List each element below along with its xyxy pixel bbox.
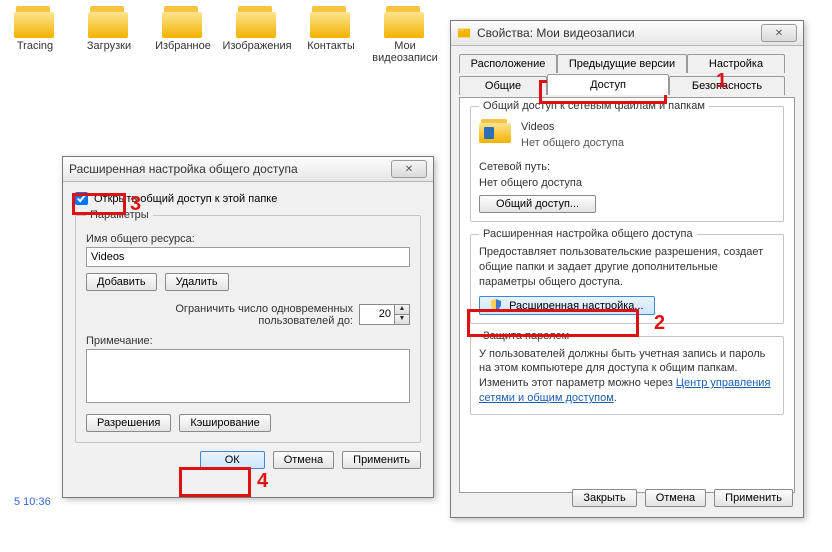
advanced-titlebar[interactable]: Расширенная настройка общего доступа ✕ [63, 157, 433, 182]
permissions-button[interactable]: Разрешения [86, 414, 171, 432]
comment-label: Примечание: [86, 335, 410, 347]
share-status: Нет общего доступа [521, 137, 624, 149]
share-checkbox[interactable] [75, 192, 88, 205]
share-name-input[interactable] [86, 247, 410, 267]
share-name: Videos [521, 121, 624, 133]
close-icon[interactable]: ✕ [761, 24, 797, 42]
password-protect-group: Защита паролем У пользователей должны бы… [470, 336, 784, 415]
tab-general[interactable]: Общие [459, 76, 547, 95]
spin-down-icon[interactable]: ▼ [394, 315, 410, 325]
share-checkbox-row[interactable]: Открыть общий доступ к этой папке [75, 192, 421, 205]
advanced-share-desc: Предоставляет пользовательские разрешени… [479, 245, 775, 290]
close-icon[interactable]: ✕ [391, 160, 427, 178]
share-button[interactable]: Общий доступ... [479, 195, 596, 213]
statusbar-time: 5 10:36 [14, 496, 51, 508]
explorer-folders: Tracing Загрузки Избранное Изображения К… [4, 4, 436, 64]
spin-up-icon[interactable]: ▲ [394, 304, 410, 315]
cancel-button[interactable]: Отмена [645, 489, 706, 507]
advanced-title: Расширенная настройка общего доступа [69, 162, 298, 176]
tab-sharing[interactable]: Доступ [547, 74, 669, 95]
params-fieldset: Параметры Имя общего ресурса: Добавить У… [75, 209, 421, 443]
cancel-button[interactable]: Отмена [273, 451, 334, 469]
videos-folder-icon [479, 117, 513, 145]
limit-input[interactable] [359, 304, 394, 325]
share-checkbox-label: Открыть общий доступ к этой папке [94, 193, 277, 205]
tab-customize[interactable]: Настройка [687, 54, 785, 73]
sharing-pane: Общий доступ к сетевым файлам и папкам V… [459, 97, 795, 493]
tab-security[interactable]: Безопасность [669, 76, 785, 95]
folder-favorites[interactable]: Избранное [152, 4, 214, 64]
folder-myvideos[interactable]: Мои видеозаписи [374, 4, 436, 64]
limit-spinner[interactable]: ▲▼ [359, 304, 410, 325]
close-button[interactable]: Закрыть [572, 489, 636, 507]
advanced-share-group: Расширенная настройка общего доступа Пре… [470, 234, 784, 324]
ok-button[interactable]: ОК [200, 451, 265, 469]
apply-button[interactable]: Применить [342, 451, 421, 469]
properties-title: Свойства: Мои видеозаписи [477, 26, 635, 40]
netpath-label: Сетевой путь: [479, 161, 775, 173]
advanced-settings-button[interactable]: Расширенная настройка... [479, 296, 655, 315]
share-name-label: Имя общего ресурса: [86, 233, 410, 245]
properties-dialog: Свойства: Мои видеозаписи ✕ Расположение… [450, 20, 804, 518]
properties-titlebar[interactable]: Свойства: Мои видеозаписи ✕ [451, 21, 803, 46]
limit-label: Ограничить число одновременных пользоват… [133, 303, 353, 327]
folder-downloads[interactable]: Загрузки [78, 4, 140, 64]
apply-button[interactable]: Применить [714, 489, 793, 507]
password-desc: У пользователей должны быть учетная запи… [479, 347, 775, 406]
folder-pictures[interactable]: Изображения [226, 4, 288, 64]
remove-button[interactable]: Удалить [165, 273, 229, 291]
comment-textarea[interactable] [86, 349, 410, 403]
tab-location[interactable]: Расположение [459, 54, 557, 73]
network-share-group: Общий доступ к сетевым файлам и папкам V… [470, 106, 784, 222]
shield-icon [490, 299, 502, 311]
folder-contacts[interactable]: Контакты [300, 4, 362, 64]
folder-tracing[interactable]: Tracing [4, 4, 66, 64]
tabstrip: Расположение Предыдущие версии Настройка… [459, 54, 795, 98]
netpath-value: Нет общего доступа [479, 177, 775, 189]
caching-button[interactable]: Кэширование [179, 414, 270, 432]
folder-icon [457, 26, 471, 40]
add-button[interactable]: Добавить [86, 273, 157, 291]
tab-previous-versions[interactable]: Предыдущие версии [557, 54, 687, 73]
advanced-sharing-dialog: Расширенная настройка общего доступа ✕ О… [62, 156, 434, 498]
